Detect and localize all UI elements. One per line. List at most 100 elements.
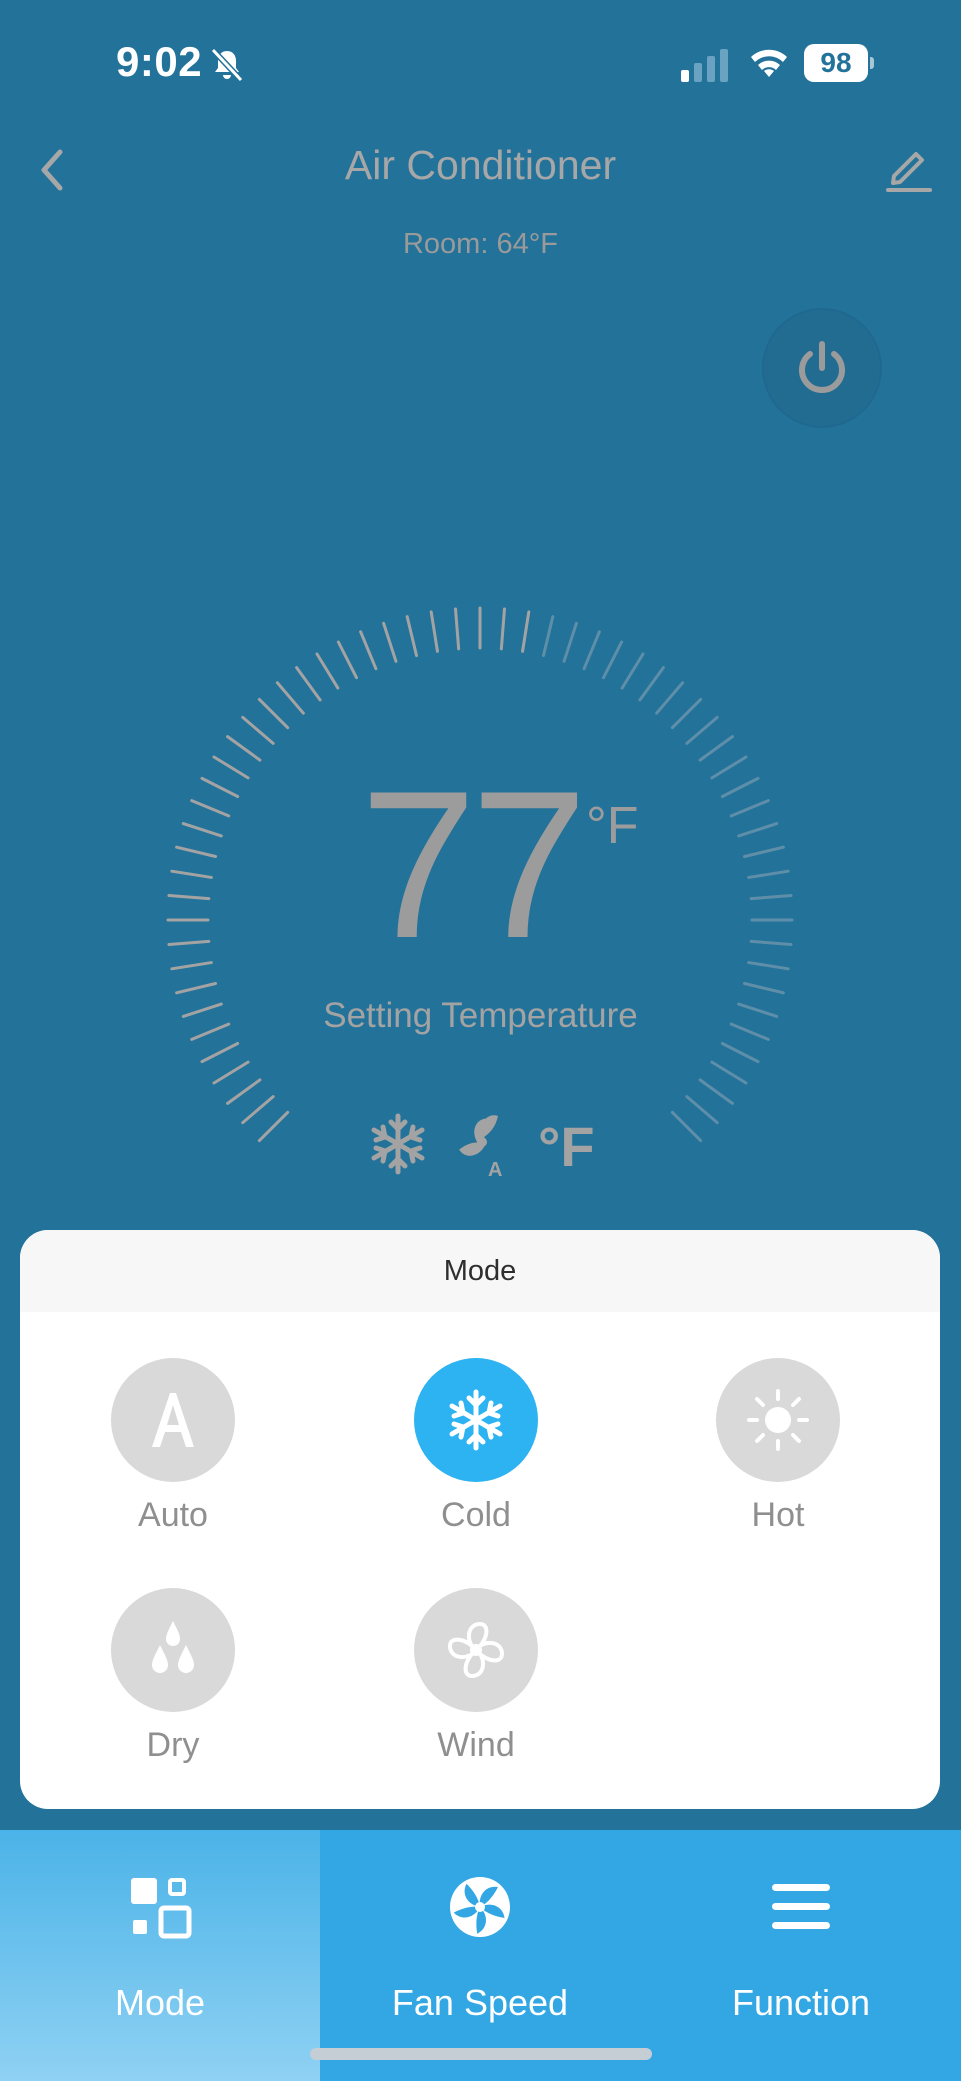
edit-pencil-icon[interactable] <box>880 140 936 196</box>
cellular-signal-icon <box>681 49 728 82</box>
dial-tick <box>241 1095 275 1125</box>
tab-fan-speed-label: Fan Speed <box>391 1982 569 2023</box>
mode-grid-icon <box>131 1878 192 1939</box>
dial-tick <box>749 939 793 946</box>
dial-tick <box>405 615 419 658</box>
temperature-value: 77 <box>360 747 588 982</box>
dial-tick <box>742 845 785 859</box>
dial-tick <box>698 735 734 762</box>
mode-sheet-title: Mode <box>20 1230 940 1312</box>
mode-label-wind: Wind <box>437 1726 515 1764</box>
battery-level: 98 <box>804 44 868 82</box>
mode-option-dry[interactable]: Dry <box>83 1588 263 1765</box>
dial-tick <box>499 607 506 651</box>
mode-label-hot: Hot <box>751 1496 805 1534</box>
dial-tick <box>275 681 305 715</box>
dial-tick <box>241 715 275 745</box>
dial-tick <box>190 799 231 818</box>
dial-tick <box>200 776 240 799</box>
dial-tick <box>167 939 211 946</box>
dial-tick <box>729 799 770 818</box>
dial-tick <box>181 822 223 838</box>
mode-option-auto[interactable]: Auto <box>83 1358 263 1535</box>
dial-tick <box>710 1060 748 1085</box>
svg-text:A: A <box>488 1159 502 1180</box>
room-temperature: Room: 64°F <box>402 228 559 260</box>
dial-tick <box>200 1041 240 1064</box>
dial-tick <box>226 1078 262 1105</box>
status-time: 9:02 <box>116 38 203 85</box>
dial-tick <box>620 652 645 690</box>
dial-tick <box>226 735 262 762</box>
dial-tick <box>359 630 378 671</box>
fan-icon <box>414 1588 538 1712</box>
temperature-unit: °F <box>586 797 639 855</box>
dial-tick <box>257 697 290 730</box>
sun-icon <box>716 1358 840 1482</box>
dial-tick <box>747 961 790 971</box>
dial-tick <box>742 981 785 995</box>
dial-tick <box>382 621 398 663</box>
dial-tick <box>295 666 322 702</box>
snowflake-icon <box>414 1358 538 1482</box>
dial-tick <box>175 981 218 995</box>
page-title: Air Conditioner <box>344 142 617 188</box>
dial-tick <box>170 961 213 971</box>
tab-function-label: Function <box>731 1982 871 2023</box>
dial-tick <box>212 755 250 780</box>
fan-speed-icon <box>450 1877 510 1937</box>
dial-tick <box>582 630 601 671</box>
dial-tick <box>698 1078 734 1105</box>
dial-tick <box>541 615 555 658</box>
mode-label-auto: Auto <box>138 1496 208 1534</box>
auto-a-icon <box>111 1358 235 1482</box>
tab-function[interactable]: Function <box>641 1830 961 2081</box>
dial-tick <box>685 1095 719 1125</box>
dial-tick <box>170 869 213 879</box>
dial-tick <box>749 894 793 901</box>
status-icons-row: A °F <box>371 1113 595 1180</box>
dial-tick <box>336 640 359 680</box>
bottom-tab-bar: Mode Fan Speed Function <box>0 1830 961 2081</box>
dial-tick <box>737 822 779 838</box>
fan-auto-icon: A <box>459 1115 502 1180</box>
dial-tick <box>720 1041 760 1064</box>
dial-tick <box>685 715 719 745</box>
home-indicator[interactable] <box>310 2048 652 2060</box>
wifi-icon <box>751 49 787 77</box>
dial-tick <box>315 652 340 690</box>
power-icon <box>799 341 845 393</box>
droplets-icon <box>111 1588 235 1712</box>
mode-option-cold[interactable]: Cold <box>386 1358 566 1535</box>
menu-icon <box>772 1884 830 1929</box>
mode-option-wind[interactable]: Wind <box>386 1588 566 1765</box>
dial-tick <box>429 610 439 653</box>
dial-tick <box>710 755 748 780</box>
dial-tick <box>454 607 461 651</box>
dial-tick <box>167 894 211 901</box>
tab-fan-speed[interactable]: Fan Speed <box>320 1830 640 2081</box>
fahrenheit-icon: °F <box>538 1115 595 1178</box>
mode-option-hot[interactable]: Hot <box>688 1358 868 1535</box>
dial-tick <box>175 845 218 859</box>
dial-tick <box>720 776 760 799</box>
dial-tick <box>521 610 531 653</box>
dial-tick <box>670 1110 703 1143</box>
dial-tick <box>655 681 685 715</box>
bell-muted-icon <box>210 47 244 83</box>
dial-tick <box>212 1060 250 1085</box>
mode-label-dry: Dry <box>146 1726 200 1764</box>
power-button[interactable] <box>762 308 882 428</box>
dial-tick <box>601 640 624 680</box>
snowflake-icon <box>371 1113 425 1175</box>
tab-mode-label: Mode <box>114 1982 206 2023</box>
mode-sheet: Mode Auto Cold Hot Dry Wind <box>20 1230 940 1809</box>
dial-tick <box>257 1110 290 1143</box>
dial-tick <box>638 666 665 702</box>
dial-tick <box>562 621 578 663</box>
tab-mode[interactable]: Mode <box>0 1830 320 2081</box>
mode-label-cold: Cold <box>441 1496 511 1534</box>
setting-temperature-label: Setting Temperature <box>323 996 638 1035</box>
dial-tick <box>747 869 790 879</box>
battery-indicator: 98 <box>804 44 874 82</box>
